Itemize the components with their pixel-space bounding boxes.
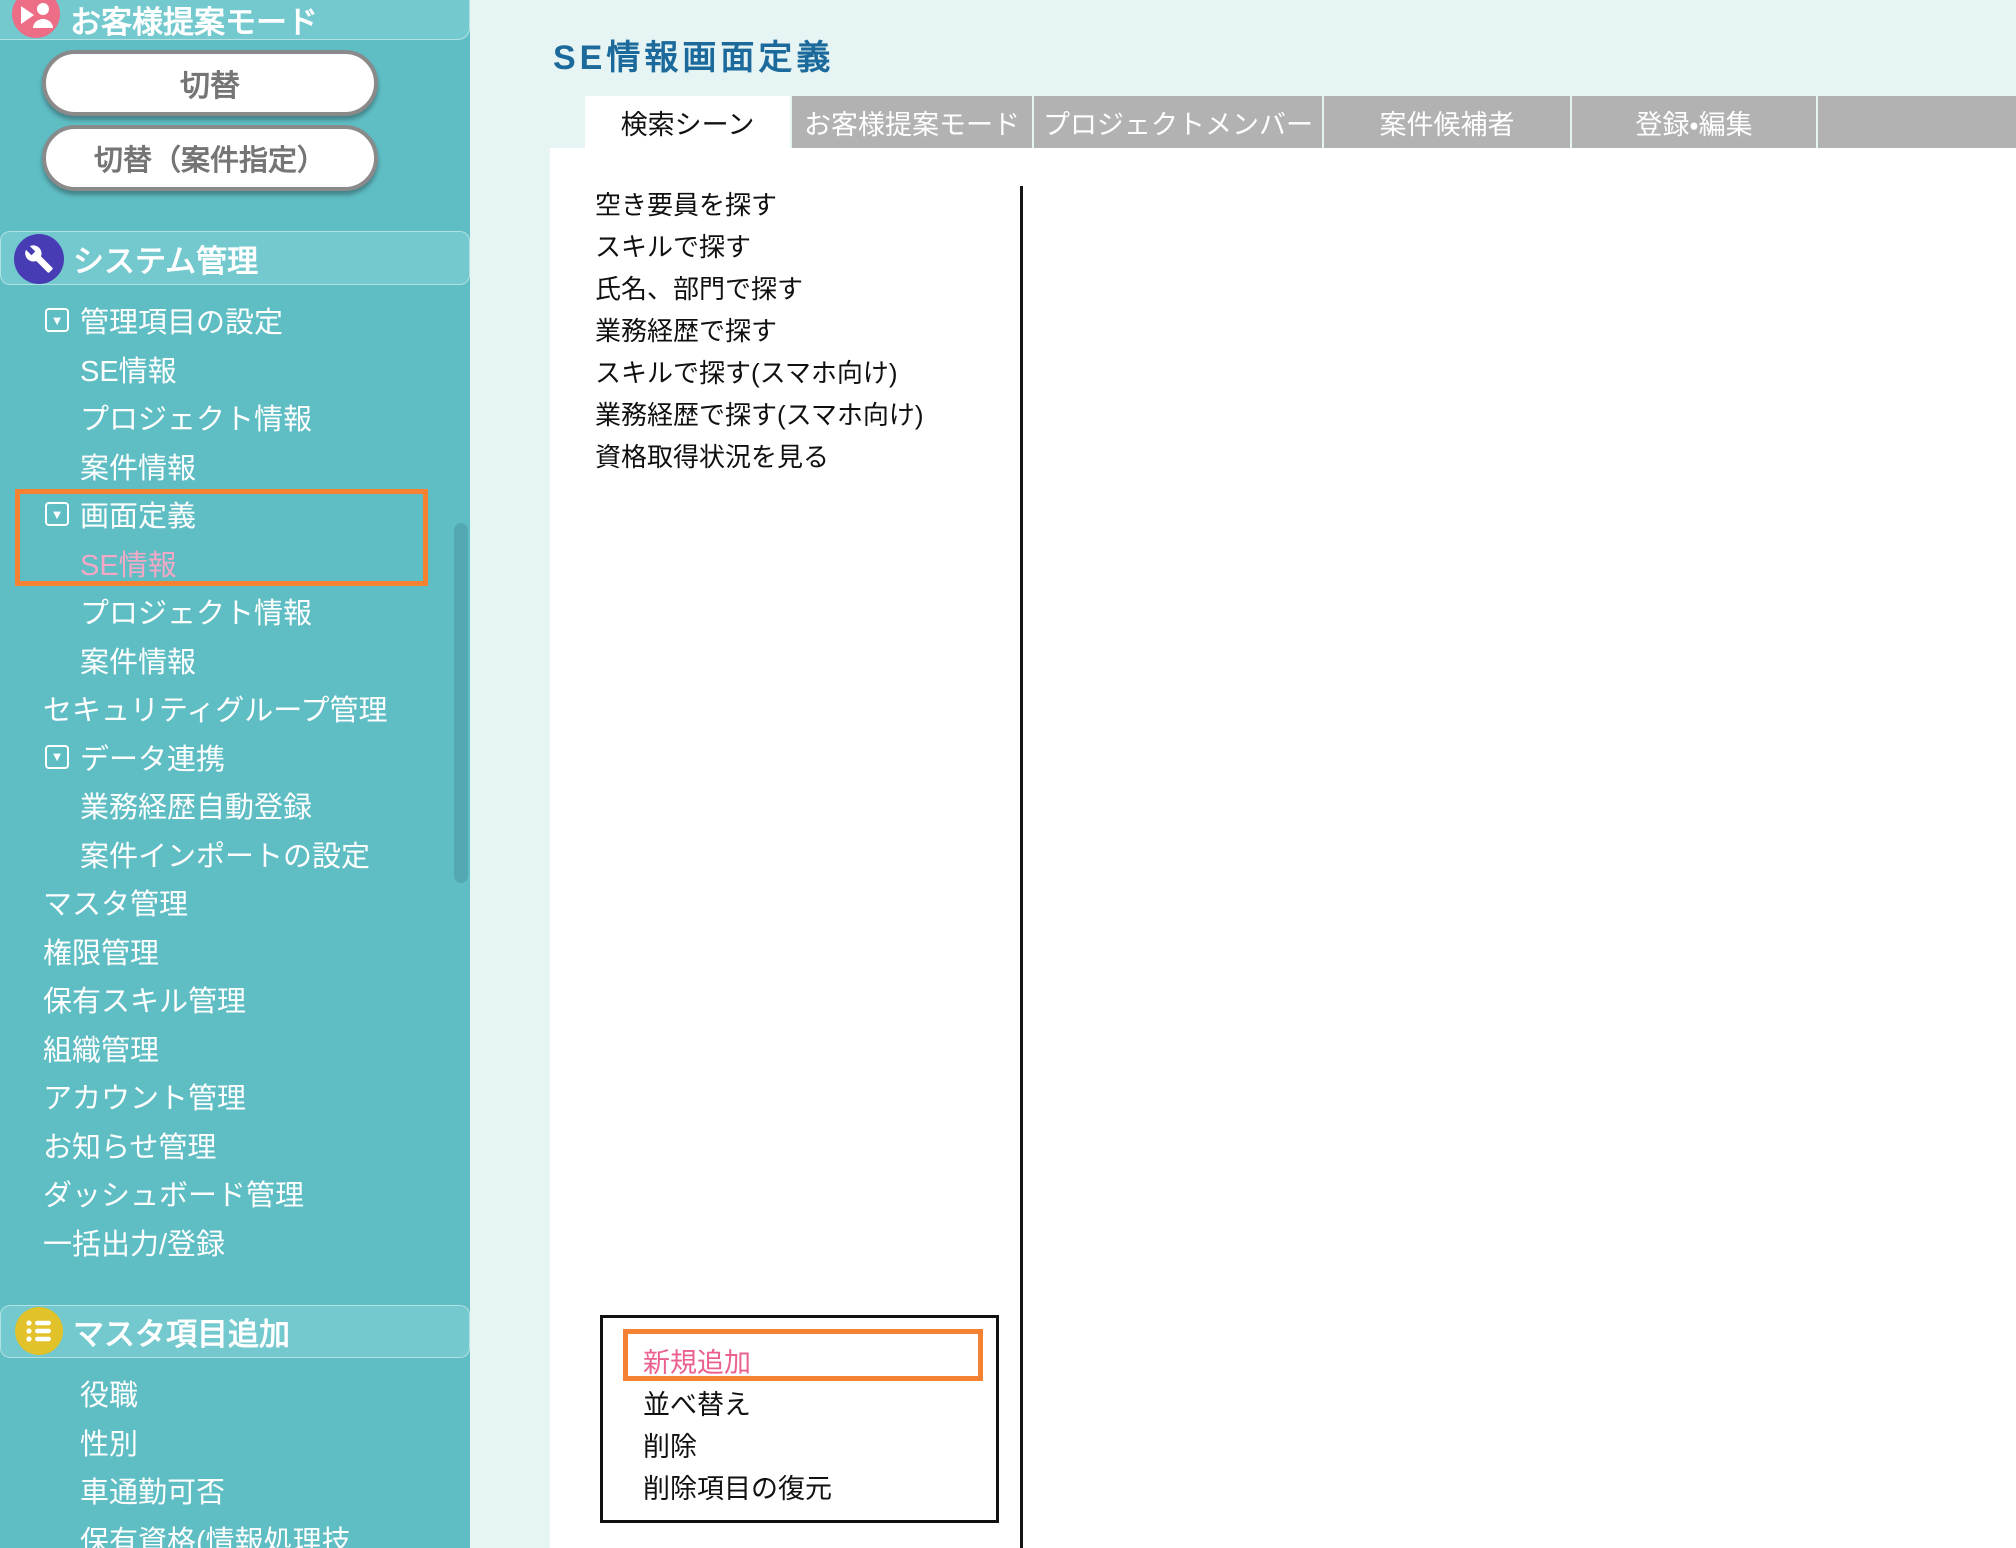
tab-register-edit[interactable]: 登録・編集 — [1572, 96, 1816, 148]
sidebar-item-project-info-settings[interactable]: プロジェクト情報 — [0, 393, 470, 442]
sidebar-item-car-commute[interactable]: 車通勤可否 — [0, 1466, 470, 1515]
sidebar-item-label: プロジェクト情報 — [80, 396, 312, 438]
page-title: SE情報画面定義 — [553, 30, 834, 79]
scene-item-find-by-name-department[interactable]: 氏名、部門で探す — [595, 266, 924, 308]
se-screen-definition-page: お客様提案モード 切替 切替（案件指定） システム管理 ▼ 管理項目の設定 — [0, 0, 2016, 1548]
sidebar-item-se-info-settings[interactable]: SE情報 — [0, 345, 470, 394]
sidebar-section-master-items[interactable]: マスタ項目追加 — [0, 1305, 470, 1358]
scene-item-find-by-skill[interactable]: スキルで探す — [595, 224, 924, 266]
sidebar-item-label: 案件情報 — [80, 639, 196, 681]
sidebar-item-label: プロジェクト情報 — [80, 590, 312, 632]
switch-button[interactable]: 切替 — [42, 50, 378, 116]
scene-item-view-qualification-status[interactable]: 資格取得状況を見る — [595, 434, 924, 476]
expander-down-icon[interactable]: ▼ — [45, 308, 69, 332]
system-admin-menu: ▼ 管理項目の設定 SE情報 プロジェクト情報 案件情報 ▼ 画面定義 SE情報… — [0, 296, 470, 1266]
action-menu-list: 新規追加 並べ替え 削除 削除項目の復元 — [603, 1339, 996, 1507]
sidebar-scrollbar-thumb[interactable] — [454, 523, 468, 883]
sidebar-item-case-import-settings[interactable]: 案件インポートの設定 — [0, 830, 470, 879]
sidebar-item-label: お知らせ管理 — [43, 1124, 216, 1166]
sidebar-item-permission-admin[interactable]: 権限管理 — [0, 927, 470, 976]
sidebar-item-label: 画面定義 — [80, 493, 196, 535]
sidebar-item-label: 組織管理 — [43, 1027, 159, 1069]
sidebar-item-dashboard-admin[interactable]: ダッシュボード管理 — [0, 1169, 470, 1218]
master-items-menu: 役職 性別 車通勤可否 保有資格(情報処理技 — [0, 1369, 470, 1548]
sidebar-item-label: セキュリティグループ管理 — [43, 687, 388, 729]
sidebar-item-label: 一括出力/登録 — [43, 1221, 225, 1263]
sidebar-item-label: 管理項目の設定 — [80, 299, 283, 341]
sidebar-item-label: 役職 — [80, 1372, 138, 1414]
scene-item-find-available-staff[interactable]: 空き要員を探す — [595, 182, 924, 224]
sidebar-item-label: 権限管理 — [43, 930, 159, 972]
sidebar-item-managed-fields-settings[interactable]: ▼ 管理項目の設定 — [0, 296, 470, 345]
sidebar-item-label: 業務経歴自動登録 — [80, 784, 312, 826]
tab-project-member[interactable]: プロジェクトメンバー — [1034, 96, 1322, 148]
sidebar-item-skill-admin[interactable]: 保有スキル管理 — [0, 975, 470, 1024]
wrench-icon — [14, 234, 64, 284]
sidebar-item-project-info-screen-definition[interactable]: プロジェクト情報 — [0, 587, 470, 636]
sidebar-section-system-admin[interactable]: システム管理 — [0, 231, 470, 285]
tab-search-scene[interactable]: 検索シーン — [585, 96, 790, 148]
sidebar-item-case-info-screen-definition[interactable]: 案件情報 — [0, 636, 470, 685]
sidebar-item-label: 案件情報 — [80, 445, 196, 487]
action-add-new[interactable]: 新規追加 — [603, 1339, 996, 1381]
expander-down-icon[interactable]: ▼ — [45, 745, 69, 769]
sidebar-item-label: 保有資格(情報処理技 — [80, 1518, 351, 1548]
sidebar-item-label: 性別 — [80, 1421, 138, 1463]
sidebar-item-label: マスタ管理 — [43, 881, 188, 923]
sidebar-section-customer-proposal[interactable]: お客様提案モード — [0, 0, 470, 40]
sidebar-item-label: SE情報 — [80, 542, 177, 584]
sidebar-item-case-info-settings[interactable]: 案件情報 — [0, 442, 470, 491]
list-icon — [15, 1307, 63, 1355]
sidebar-item-notice-admin[interactable]: お知らせ管理 — [0, 1121, 470, 1170]
customer-proposal-section-title: お客様提案モード — [70, 0, 318, 39]
sidebar-item-account-admin[interactable]: アカウント管理 — [0, 1072, 470, 1121]
expander-down-icon[interactable]: ▼ — [45, 502, 69, 526]
switch-with-case-button[interactable]: 切替（案件指定） — [42, 125, 378, 191]
sidebar-item-organization-admin[interactable]: 組織管理 — [0, 1024, 470, 1073]
action-restore-deleted[interactable]: 削除項目の復元 — [603, 1465, 996, 1507]
scene-item-find-by-skill-mobile[interactable]: スキルで探す(スマホ向け) — [595, 350, 924, 392]
system-admin-section-title: システム管理 — [73, 232, 258, 284]
sidebar-item-label: 案件インポートの設定 — [80, 833, 370, 875]
sidebar-item-label: 保有スキル管理 — [43, 978, 246, 1020]
sidebar-item-se-info-screen-definition[interactable]: SE情報 — [0, 539, 470, 588]
tab-case-candidate[interactable]: 案件候補者 — [1324, 96, 1570, 148]
sidebar-item-gender[interactable]: 性別 — [0, 1418, 470, 1467]
people-icon — [12, 0, 60, 38]
sidebar-item-data-linkage[interactable]: ▼ データ連携 — [0, 733, 470, 782]
action-delete[interactable]: 削除 — [603, 1423, 996, 1465]
sidebar-item-security-group-admin[interactable]: セキュリティグループ管理 — [0, 684, 470, 733]
sidebar-item-bulk-output-register[interactable]: 一括出力/登録 — [0, 1218, 470, 1267]
search-scene-list: 空き要員を探す スキルで探す 氏名、部門で探す 業務経歴で探す スキルで探す(ス… — [595, 182, 924, 476]
content-divider-line — [1020, 186, 1023, 1548]
tab-customer-proposal-mode[interactable]: お客様提案モード — [792, 96, 1032, 148]
sidebar-item-qualifications[interactable]: 保有資格(情報処理技 — [0, 1515, 470, 1548]
action-menu-box: 新規追加 並べ替え 削除 削除項目の復元 — [600, 1315, 999, 1523]
scene-item-find-by-work-history[interactable]: 業務経歴で探す — [595, 308, 924, 350]
tab-bar: 検索シーン お客様提案モード プロジェクトメンバー 案件候補者 登録・編集 — [585, 96, 2016, 148]
sidebar-item-label: SE情報 — [80, 348, 177, 390]
sidebar-item-master-admin[interactable]: マスタ管理 — [0, 878, 470, 927]
master-items-section-title: マスタ項目追加 — [73, 1306, 290, 1357]
action-reorder[interactable]: 並べ替え — [603, 1381, 996, 1423]
sidebar-item-job-title[interactable]: 役職 — [0, 1369, 470, 1418]
tab-filler — [1818, 96, 2016, 148]
sidebar-item-label: アカウント管理 — [43, 1075, 246, 1117]
sidebar: お客様提案モード 切替 切替（案件指定） システム管理 ▼ 管理項目の設定 — [0, 0, 470, 1548]
sidebar-item-screen-definition[interactable]: ▼ 画面定義 — [0, 490, 470, 539]
scene-item-find-by-work-history-mobile[interactable]: 業務経歴で探す(スマホ向け) — [595, 392, 924, 434]
sidebar-item-label: 車通勤可否 — [80, 1469, 225, 1511]
sidebar-item-label: データ連携 — [80, 736, 225, 778]
sidebar-item-work-history-auto-register[interactable]: 業務経歴自動登録 — [0, 781, 470, 830]
sidebar-item-label: ダッシュボード管理 — [43, 1172, 304, 1214]
